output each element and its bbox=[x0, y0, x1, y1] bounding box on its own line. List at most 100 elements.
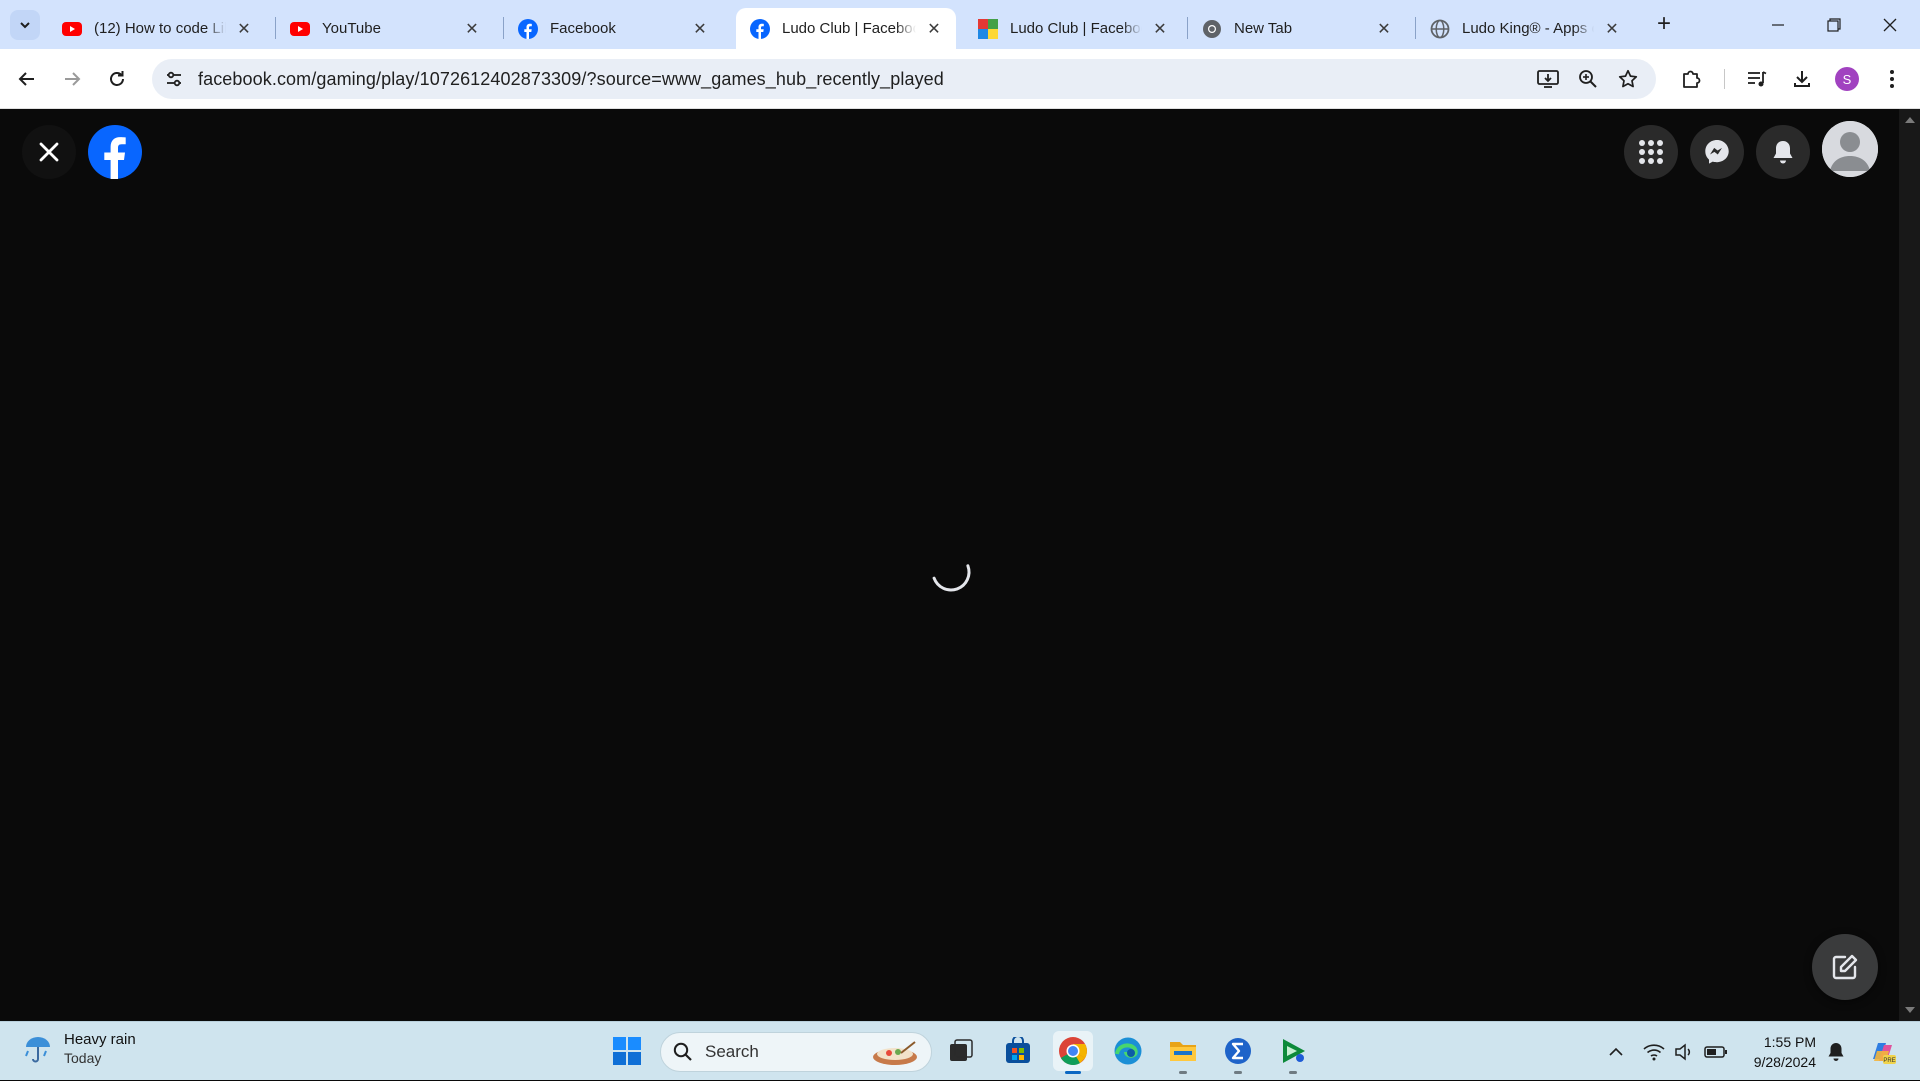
tab-new-tab[interactable]: New Tab ✕ bbox=[1188, 8, 1406, 49]
youtube-icon bbox=[62, 19, 82, 39]
notification-center-button[interactable] bbox=[1822, 1022, 1850, 1081]
site-info-button[interactable] bbox=[156, 61, 192, 97]
user-icon bbox=[1822, 121, 1878, 177]
tab-search-button[interactable] bbox=[10, 10, 40, 40]
game-page bbox=[0, 109, 1899, 1021]
edge-icon bbox=[1114, 1037, 1142, 1065]
tab-close-icon[interactable]: ✕ bbox=[234, 19, 254, 39]
game-app-button[interactable] bbox=[1273, 1031, 1313, 1074]
edge-taskbar-button[interactable] bbox=[1108, 1031, 1148, 1071]
messenger-button[interactable] bbox=[1690, 125, 1744, 179]
tab-close-icon[interactable]: ✕ bbox=[690, 19, 710, 39]
clock-date: 9/28/2024 bbox=[1753, 1054, 1816, 1070]
extensions-button[interactable] bbox=[1673, 61, 1709, 97]
chrome-menu-button[interactable] bbox=[1874, 61, 1910, 97]
show-hidden-icons-button[interactable] bbox=[1604, 1022, 1628, 1081]
arrow-right-icon bbox=[65, 72, 81, 86]
microsoft-store-button[interactable] bbox=[998, 1031, 1038, 1071]
tab-close-icon[interactable]: ✕ bbox=[462, 19, 482, 39]
play-games-icon bbox=[1283, 1039, 1305, 1063]
file-explorer-button[interactable] bbox=[1163, 1031, 1203, 1074]
tab-close-icon[interactable]: ✕ bbox=[1150, 19, 1170, 39]
search-icon bbox=[673, 1042, 692, 1061]
download-icon bbox=[1794, 71, 1810, 87]
rain-umbrella-icon bbox=[25, 1037, 50, 1063]
forward-button[interactable] bbox=[54, 61, 90, 97]
bookmark-button[interactable] bbox=[1612, 63, 1644, 95]
close-icon bbox=[39, 142, 59, 162]
tab-facebook[interactable]: Facebook ✕ bbox=[504, 8, 722, 49]
store-icon bbox=[1006, 1037, 1030, 1063]
grid-menu-icon bbox=[1639, 140, 1663, 164]
profile-button[interactable]: S bbox=[1829, 61, 1865, 97]
start-button[interactable] bbox=[607, 1031, 647, 1071]
windows-taskbar: Heavy rain Today Search 1:55 PM 9/28/202… bbox=[0, 1021, 1920, 1080]
restore-button[interactable] bbox=[1806, 0, 1862, 49]
zoom-button[interactable] bbox=[1572, 63, 1604, 95]
scroll-up-icon[interactable] bbox=[1905, 117, 1915, 123]
copilot-button[interactable]: PRE bbox=[1864, 1022, 1900, 1081]
wifi-icon bbox=[1643, 1043, 1665, 1060]
reload-icon bbox=[110, 71, 124, 86]
tab-title: Facebook bbox=[550, 20, 616, 37]
sigma-app-button[interactable] bbox=[1218, 1031, 1258, 1074]
tab-ludo-club-active[interactable]: Ludo Club | Facebook ✕ bbox=[736, 8, 956, 49]
facebook-icon bbox=[88, 125, 142, 179]
page-scrollbar[interactable] bbox=[1899, 109, 1920, 1021]
close-game-button[interactable] bbox=[22, 125, 76, 179]
url-text[interactable]: facebook.com/gaming/play/107261240287330… bbox=[198, 69, 944, 90]
folder-icon bbox=[1170, 1042, 1196, 1061]
speaker-icon bbox=[1675, 1042, 1691, 1061]
chevron-down-icon bbox=[20, 22, 30, 29]
tab-close-icon[interactable]: ✕ bbox=[1602, 19, 1622, 39]
back-button[interactable] bbox=[9, 61, 45, 97]
arrow-left-icon bbox=[18, 72, 34, 86]
chevron-up-icon bbox=[1609, 1047, 1623, 1056]
zoom-icon bbox=[1579, 70, 1597, 88]
battery-button[interactable] bbox=[1700, 1022, 1732, 1081]
system-clock[interactable]: 1:55 PM 9/28/2024 bbox=[1740, 1032, 1816, 1072]
copilot-icon: PRE bbox=[1873, 1042, 1896, 1064]
tab-youtube-how-to-code[interactable]: (12) How to code Like ✕ bbox=[48, 8, 266, 49]
minimize-button[interactable] bbox=[1750, 0, 1806, 49]
chrome-taskbar-button[interactable] bbox=[1053, 1031, 1093, 1074]
tab-title: Ludo Club | Facebook bbox=[1010, 20, 1142, 37]
weather-widget[interactable]: Heavy rain Today bbox=[22, 1030, 136, 1068]
tab-ludo-king[interactable]: Ludo King® - Apps on ✕ bbox=[1416, 8, 1634, 49]
wifi-button[interactable] bbox=[1640, 1022, 1668, 1081]
address-bar[interactable]: facebook.com/gaming/play/107261240287330… bbox=[152, 59, 1656, 99]
notifications-button[interactable] bbox=[1756, 125, 1810, 179]
running-indicator bbox=[1065, 1071, 1081, 1074]
tab-title: Ludo King® - Apps on bbox=[1462, 20, 1594, 37]
compose-icon bbox=[1832, 954, 1858, 980]
tune-icon bbox=[167, 71, 181, 87]
close-window-button[interactable] bbox=[1862, 0, 1918, 49]
tab-title: (12) How to code Like bbox=[94, 20, 226, 37]
new-message-button[interactable] bbox=[1812, 934, 1878, 1000]
minimize-icon bbox=[1772, 23, 1784, 26]
tab-title: YouTube bbox=[322, 20, 381, 37]
taskbar-search[interactable]: Search bbox=[660, 1032, 932, 1072]
reload-button[interactable] bbox=[99, 61, 135, 97]
new-tab-button[interactable]: + bbox=[1650, 10, 1678, 38]
install-app-button[interactable] bbox=[1532, 63, 1564, 95]
battery-icon bbox=[1704, 1045, 1727, 1058]
task-view-icon bbox=[950, 1039, 973, 1061]
tab-youtube[interactable]: YouTube ✕ bbox=[276, 8, 494, 49]
browser-toolbar: facebook.com/gaming/play/107261240287330… bbox=[0, 49, 1920, 109]
task-view-button[interactable] bbox=[941, 1031, 981, 1071]
facebook-logo[interactable] bbox=[88, 125, 142, 179]
account-avatar[interactable] bbox=[1822, 121, 1878, 177]
media-control-button[interactable] bbox=[1739, 61, 1775, 97]
weather-condition: Heavy rain bbox=[64, 1031, 136, 1048]
tab-close-icon[interactable]: ✕ bbox=[924, 19, 944, 39]
sigma-icon bbox=[1225, 1038, 1251, 1064]
scroll-down-icon[interactable] bbox=[1905, 1007, 1915, 1013]
tab-strip: (12) How to code Like ✕ YouTube ✕ Facebo… bbox=[0, 0, 1920, 49]
tab-ludo-club[interactable]: Ludo Club | Facebook ✕ bbox=[964, 8, 1182, 49]
chrome-icon bbox=[1202, 19, 1222, 39]
downloads-button[interactable] bbox=[1784, 61, 1820, 97]
tab-close-icon[interactable]: ✕ bbox=[1374, 19, 1394, 39]
volume-button[interactable] bbox=[1670, 1022, 1698, 1081]
menu-button[interactable] bbox=[1624, 125, 1678, 179]
